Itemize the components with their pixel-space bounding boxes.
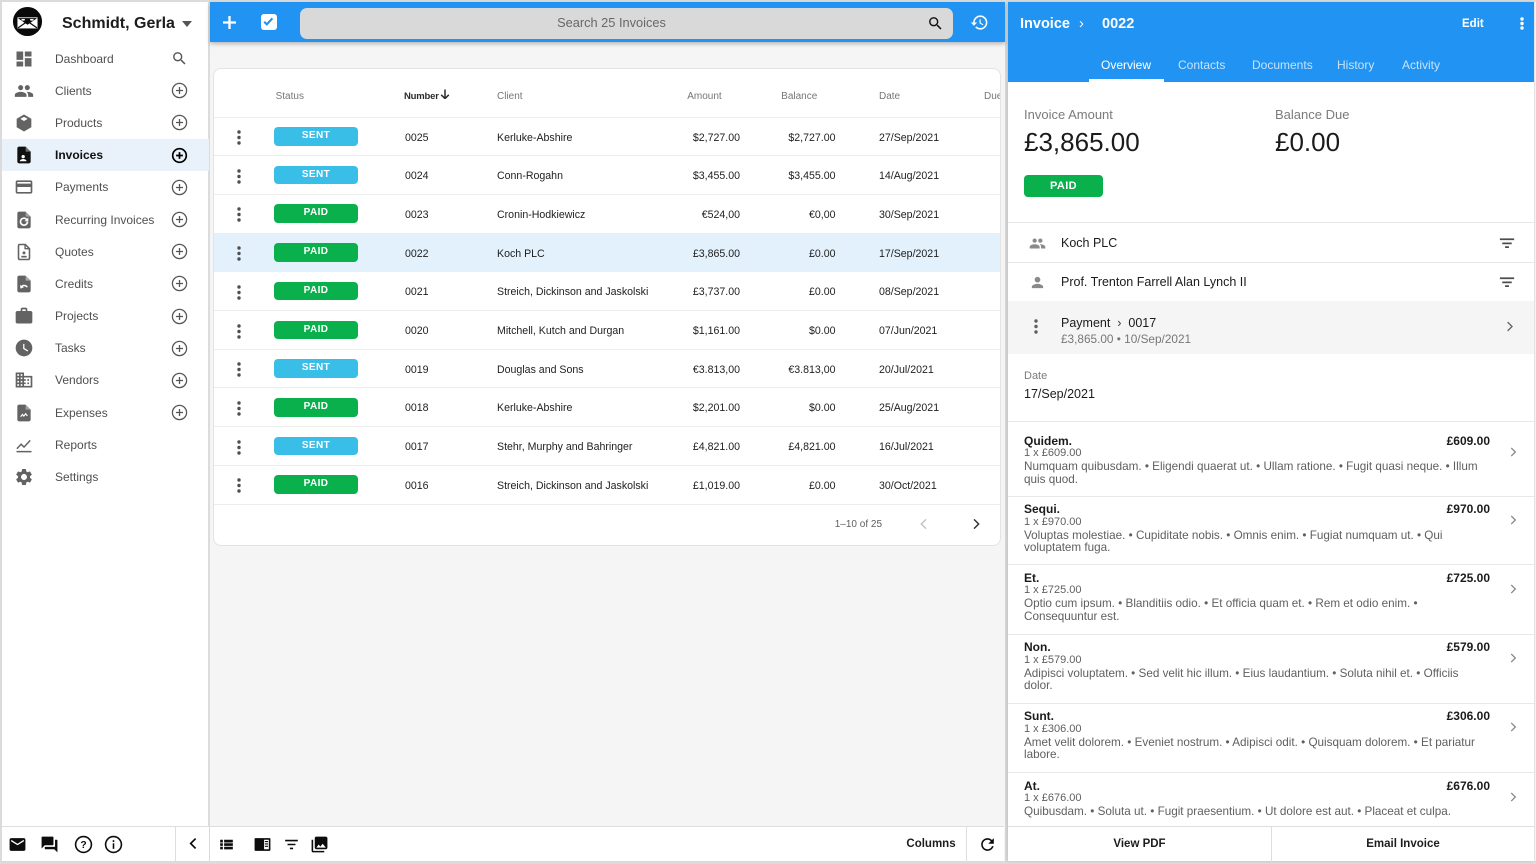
svg-text:?: ? <box>80 840 86 851</box>
